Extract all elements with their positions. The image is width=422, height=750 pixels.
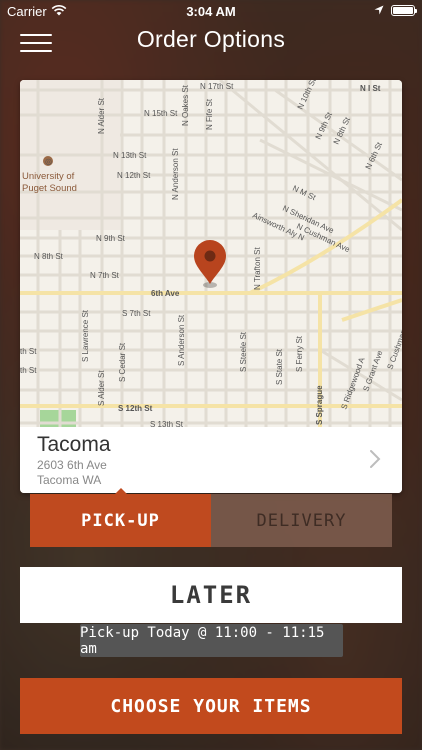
svg-text:N 7th St: N 7th St (90, 271, 120, 280)
svg-text:S Anderson St: S Anderson St (177, 314, 186, 366)
battery-fill (393, 7, 413, 14)
location-city: Tacoma (37, 433, 111, 456)
status-bar: Carrier 3:04 AM (0, 0, 422, 22)
svg-text:S Steele St: S Steele St (239, 331, 248, 372)
svg-text:N I St: N I St (360, 84, 381, 93)
page-title: Order Options (136, 26, 286, 52)
chevron-right-icon (370, 450, 381, 468)
map-svg: N 17th St N I St N 15th St N 13th St N 1… (20, 80, 402, 427)
location-selector[interactable]: Tacoma 2603 6th Ave Tacoma WA (20, 427, 402, 493)
map-view[interactable]: N 17th St N I St N 15th St N 13th St N 1… (20, 80, 402, 427)
svg-text:S Sprague: S Sprague (315, 385, 324, 425)
svg-text:N Trafton St: N Trafton St (253, 247, 262, 290)
location-arrow-icon (374, 5, 384, 15)
svg-text:S State St: S State St (275, 348, 284, 385)
navigation-bar: Order Options (0, 22, 422, 62)
svg-text:N 12th St: N 12th St (117, 171, 151, 180)
svg-text:S Cedar St: S Cedar St (118, 342, 127, 382)
choose-items-button[interactable]: CHOOSE YOUR ITEMS (20, 678, 402, 734)
svg-text:S 13th St: S 13th St (150, 420, 184, 427)
svg-text:6th Ave: 6th Ave (151, 289, 180, 298)
order-type-toggle: PICK-UP DELIVERY (30, 488, 392, 547)
delivery-option-button[interactable]: DELIVERY (211, 494, 392, 547)
poi-label-line2: Puget Sound (22, 183, 77, 194)
location-address-line1: 2603 6th Ave (37, 458, 107, 472)
later-button[interactable]: LATER (20, 567, 402, 623)
svg-text:S 7th St: S 7th St (122, 309, 151, 318)
svg-text:N Oakes St: N Oakes St (181, 84, 190, 126)
battery-icon (391, 5, 417, 16)
svg-text:◎: ◎ (45, 157, 52, 166)
poi-label-line1: University of (22, 171, 75, 182)
svg-text:N 13th St: N 13th St (113, 151, 147, 160)
status-time: 3:04 AM (186, 4, 236, 19)
location-card: N 17th St N I St N 15th St N 13th St N 1… (20, 80, 402, 493)
svg-text:N Alder St: N Alder St (97, 97, 106, 134)
location-address-line2: Tacoma WA (37, 473, 102, 487)
svg-text:N 15th St: N 15th St (144, 109, 178, 118)
svg-text:S 12th St: S 12th St (118, 404, 153, 413)
svg-text:th St: th St (20, 347, 37, 356)
svg-text:N Fife St: N Fife St (205, 98, 214, 130)
pickup-option-button[interactable]: PICK-UP (30, 488, 211, 547)
pickup-time-label: Pick-up Today @ 11:00 - 11:15 am (80, 624, 343, 657)
svg-text:th St: th St (20, 366, 37, 375)
svg-text:N 17th St: N 17th St (200, 82, 234, 91)
svg-text:N 8th St: N 8th St (34, 252, 64, 261)
svg-text:S Lawrence St: S Lawrence St (81, 309, 90, 362)
svg-text:S Ferry St: S Ferry St (295, 335, 304, 372)
svg-text:S Alder St: S Alder St (97, 370, 106, 406)
svg-text:N Anderson St: N Anderson St (171, 148, 180, 200)
svg-text:N 9th St: N 9th St (96, 234, 126, 243)
